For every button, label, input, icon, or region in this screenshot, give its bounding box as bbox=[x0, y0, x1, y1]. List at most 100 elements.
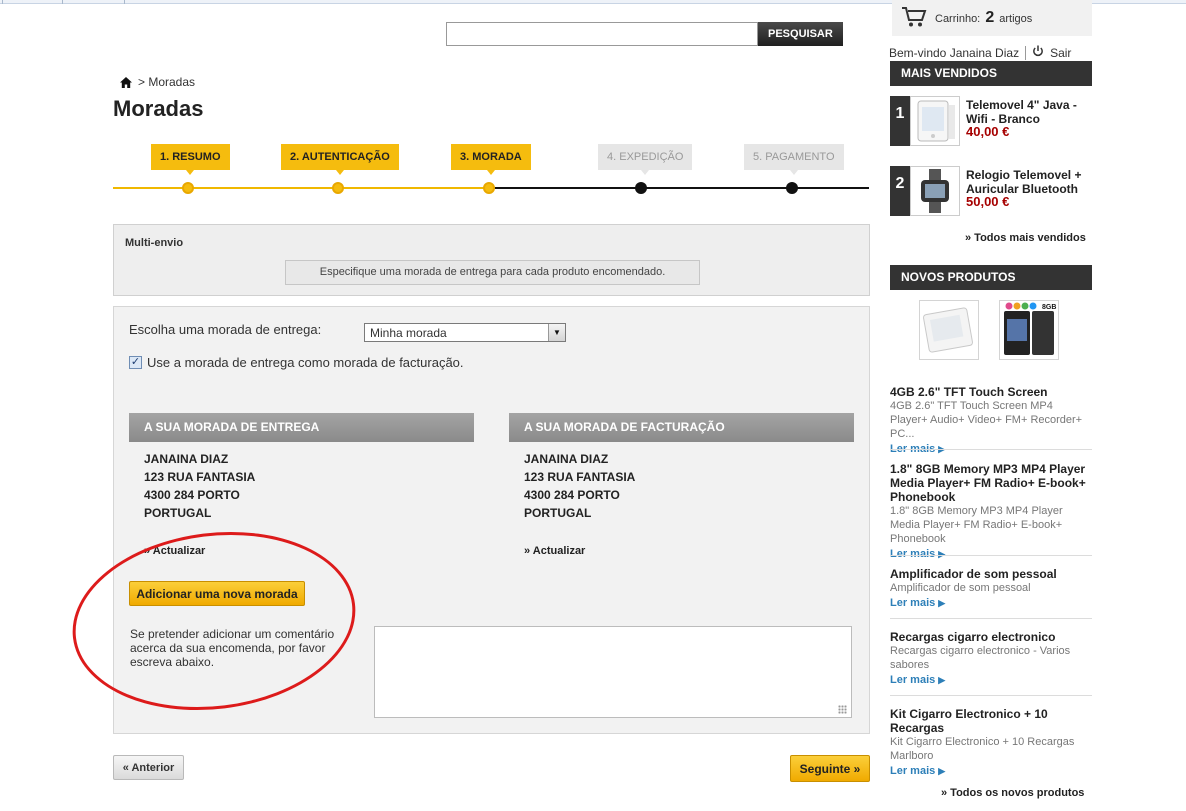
step-dot bbox=[483, 182, 495, 194]
welcome-text: Bem-vindo Janaina Diaz bbox=[889, 45, 1020, 60]
billing-address: JANAINA DIAZ 123 RUA FANTASIA 4300 284 P… bbox=[524, 450, 635, 522]
step-pagamento: 5. PAGAMENTO bbox=[744, 144, 844, 175]
home-icon[interactable] bbox=[120, 76, 132, 88]
chevron-down-icon[interactable]: ▼ bbox=[548, 324, 565, 341]
comment-textarea[interactable] bbox=[374, 626, 852, 718]
billing-address-heading: A SUA MORADA DE FACTURAÇÃO bbox=[509, 413, 854, 442]
rank-badge: 1 bbox=[890, 96, 910, 146]
read-more-link[interactable]: Ler mais▶ bbox=[890, 546, 1092, 562]
billing-update-link[interactable]: » Actualizar bbox=[524, 545, 585, 557]
new-product-description: 4GB 2.6" TFT Touch Screen MP4 Player+ Au… bbox=[890, 400, 1083, 440]
cart-summary[interactable]: Carrinho: 2 artigos bbox=[892, 0, 1092, 36]
search-bar: PESQUISAR bbox=[446, 22, 843, 46]
read-more-link[interactable]: Ler mais▶ bbox=[890, 763, 1092, 779]
product-price: 50,00 € bbox=[966, 194, 1010, 209]
product-image[interactable] bbox=[919, 300, 979, 360]
new-product-title[interactable]: Recargas cigarro electronico bbox=[890, 630, 1092, 644]
same-billing-checkbox[interactable]: ✓ bbox=[129, 356, 142, 369]
all-new-products-link[interactable]: » Todos os novos produtos bbox=[941, 787, 1084, 799]
user-bar: Bem-vindo Janaina Diaz Sair bbox=[889, 45, 1071, 60]
new-product-item: 1.8" 8GB Memory MP3 MP4 Player Media Pla… bbox=[890, 462, 1092, 562]
arrow-right-icon: ▶ bbox=[938, 549, 946, 559]
product-price: 40,00 € bbox=[966, 124, 1010, 139]
all-best-sellers-link[interactable]: » Todos mais vendidos bbox=[965, 232, 1086, 244]
resize-grip-icon[interactable] bbox=[838, 705, 847, 714]
best-seller-item[interactable]: 2 Relogio Telemovel + Auricular Bluetoot… bbox=[890, 166, 1092, 221]
divider bbox=[890, 555, 1092, 556]
step-dot bbox=[786, 182, 798, 194]
address-line: JANAINA DIAZ bbox=[524, 452, 609, 466]
cart-count: 2 bbox=[985, 9, 995, 26]
new-product-title[interactable]: Amplificador de som pessoal bbox=[890, 567, 1092, 581]
steps-line-todo bbox=[490, 187, 869, 189]
same-billing-label: Use a morada de entrega como morada de f… bbox=[147, 355, 464, 370]
step-dot bbox=[332, 182, 344, 194]
steps-line-done bbox=[113, 187, 490, 189]
new-product-title[interactable]: 4GB 2.6" TFT Touch Screen bbox=[890, 385, 1092, 399]
product-name[interactable]: Telemovel 4" Java - Wifi - Branco bbox=[966, 98, 1092, 126]
new-product-description: Amplificador de som pessoal bbox=[890, 582, 1031, 594]
delivery-address: JANAINA DIAZ 123 RUA FANTASIA 4300 284 P… bbox=[144, 450, 255, 522]
power-icon[interactable] bbox=[1032, 45, 1044, 60]
address-select[interactable]: Minha morada ▼ bbox=[364, 323, 566, 342]
next-button[interactable]: Seguinte » bbox=[790, 755, 870, 782]
previous-button[interactable]: « Anterior bbox=[113, 755, 184, 780]
divider bbox=[890, 449, 1092, 450]
best-sellers-heading: MAIS VENDIDOS bbox=[890, 61, 1092, 86]
cart-label: Carrinho: bbox=[935, 13, 981, 25]
address-line: PORTUGAL bbox=[144, 506, 212, 520]
multi-envio-panel: Multi-envio Especifique uma morada de en… bbox=[113, 224, 870, 296]
address-select-value: Minha morada bbox=[370, 326, 447, 340]
delivery-address-heading: A SUA MORADA DE ENTREGA bbox=[129, 413, 474, 442]
new-products-heading: NOVOS PRODUTOS bbox=[890, 265, 1092, 290]
step-resumo[interactable]: 1. RESUMO bbox=[151, 144, 230, 175]
top-edge-tick bbox=[62, 0, 63, 4]
logout-link[interactable]: Sair bbox=[1050, 46, 1071, 60]
new-product-item: Kit Cigarro Electronico + 10 Recargas Ki… bbox=[890, 707, 1092, 779]
checkout-steps: 1. RESUMO 2. AUTENTICAÇÃO 3. MORADA 4. E… bbox=[113, 140, 869, 200]
page-title: Moradas bbox=[113, 96, 204, 121]
breadcrumb: > Moradas bbox=[120, 75, 195, 89]
address-line: 4300 284 PORTO bbox=[524, 488, 620, 502]
step-dot bbox=[182, 182, 194, 194]
arrow-right-icon: ▶ bbox=[938, 766, 946, 776]
read-more-link[interactable]: Ler mais▶ bbox=[890, 595, 1092, 611]
divider bbox=[890, 618, 1092, 619]
search-input[interactable] bbox=[446, 22, 758, 46]
address-line: 4300 284 PORTO bbox=[144, 488, 240, 502]
address-line: PORTUGAL bbox=[524, 506, 592, 520]
product-image[interactable] bbox=[910, 96, 960, 146]
step-expedicao: 4. EXPEDIÇÃO bbox=[598, 144, 693, 175]
product-image[interactable] bbox=[910, 166, 960, 216]
read-more-link[interactable]: Ler mais▶ bbox=[890, 672, 1092, 688]
breadcrumb-current: > Moradas bbox=[138, 75, 196, 89]
multi-envio-title: Multi-envio bbox=[125, 237, 184, 249]
top-edge-tick bbox=[124, 0, 125, 4]
cart-icon bbox=[901, 6, 927, 31]
divider bbox=[1025, 45, 1027, 60]
product-name[interactable]: Relogio Telemovel + Auricular Bluetooth bbox=[966, 168, 1092, 196]
new-product-description: 1.8" 8GB Memory MP3 MP4 Player Media Pla… bbox=[890, 505, 1063, 545]
multi-envio-hint: Especifique uma morada de entrega para c… bbox=[285, 260, 700, 285]
new-product-title[interactable]: 1.8" 8GB Memory MP3 MP4 Player Media Pla… bbox=[890, 462, 1092, 504]
cart-unit: artigos bbox=[999, 13, 1033, 25]
step-autenticacao[interactable]: 2. AUTENTICAÇÃO bbox=[281, 144, 399, 175]
new-product-description: Kit Cigarro Electronico + 10 Recargas Ma… bbox=[890, 736, 1075, 762]
top-edge-tick bbox=[2, 0, 3, 4]
new-product-item: Amplificador de som pessoal Amplificador… bbox=[890, 567, 1092, 611]
step-dot bbox=[635, 182, 647, 194]
step-morada[interactable]: 3. MORADA bbox=[451, 144, 531, 175]
product-image[interactable]: 8GB bbox=[999, 300, 1059, 360]
search-button[interactable]: PESQUISAR bbox=[758, 22, 843, 46]
new-product-item: Recargas cigarro electronico Recargas ci… bbox=[890, 630, 1092, 688]
arrow-right-icon: ▶ bbox=[938, 598, 946, 608]
address-line: 123 RUA FANTASIA bbox=[524, 470, 636, 484]
best-seller-item[interactable]: 1 Telemovel 4" Java - Wifi - Branco 40,0… bbox=[890, 96, 1092, 151]
svg-text:8GB: 8GB bbox=[1042, 304, 1056, 311]
choose-address-label: Escolha uma morada de entrega: bbox=[129, 322, 322, 337]
new-product-description: Recargas cigarro electronico - Varios sa… bbox=[890, 645, 1071, 671]
divider bbox=[890, 695, 1092, 696]
rank-badge: 2 bbox=[890, 166, 910, 216]
new-product-title[interactable]: Kit Cigarro Electronico + 10 Recargas bbox=[890, 707, 1092, 735]
address-line: JANAINA DIAZ bbox=[144, 452, 229, 466]
